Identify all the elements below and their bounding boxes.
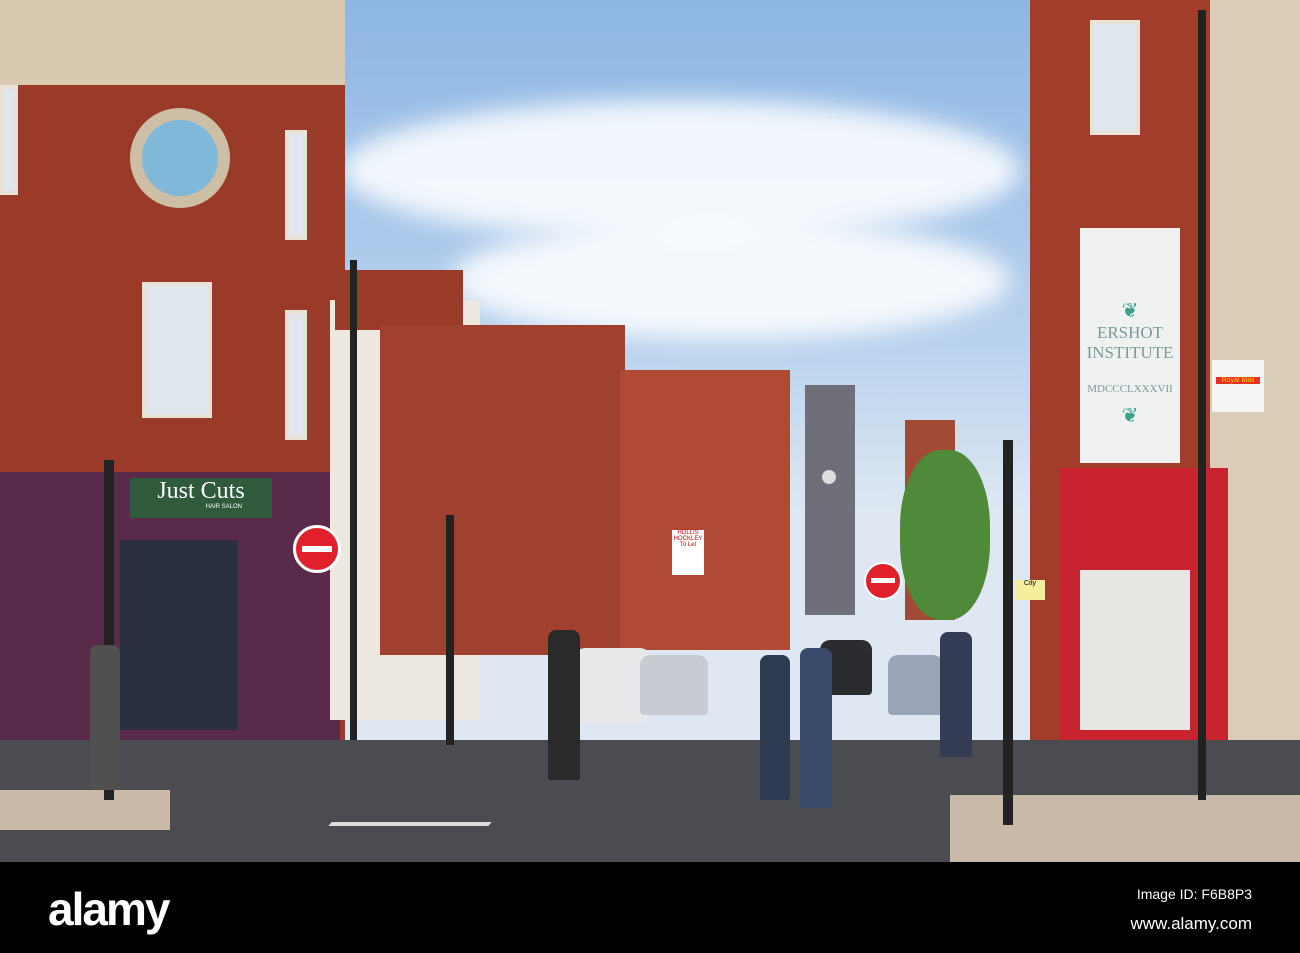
pedestrian	[548, 630, 580, 780]
silver-car	[640, 655, 708, 715]
cloud	[340, 100, 1020, 240]
lamp-post	[1198, 10, 1206, 800]
pedestrian	[800, 648, 832, 808]
car	[888, 655, 943, 715]
no-entry-sign	[864, 562, 902, 600]
salon-name: Just Cuts	[157, 478, 245, 504]
alamy-url: www.alamy.com	[1130, 914, 1252, 933]
city-sign: City	[1015, 580, 1045, 600]
brick-building	[620, 370, 790, 650]
round-window	[130, 108, 230, 208]
stone-cornice	[0, 0, 345, 85]
road-marking	[328, 822, 492, 826]
royal-mail-sign: Royal Mail	[1212, 360, 1264, 412]
cloud	[450, 220, 1010, 340]
clock-face	[822, 470, 836, 484]
window	[285, 130, 307, 240]
traffic-light-pole	[446, 515, 454, 745]
pedestrian	[940, 632, 972, 757]
lamp-post	[350, 260, 357, 740]
no-entry-sign	[293, 525, 341, 573]
alamy-logo: alamy	[48, 883, 170, 935]
institute-banner: ❦ ERSHOT INSTITUTE MDCCCLXXXVII ❦	[1080, 228, 1180, 463]
brick-building	[380, 325, 625, 655]
watermark-bar: alamy Image ID: F6B8P3 www.alamy.com	[0, 862, 1300, 953]
pedestrian	[90, 645, 120, 790]
window	[142, 282, 212, 418]
church-tower	[805, 385, 855, 615]
pedestrian	[760, 655, 790, 800]
window	[1090, 20, 1140, 135]
image-id: Image ID: F6B8P3	[1136, 886, 1252, 902]
tree	[900, 450, 990, 620]
shop-window	[1080, 570, 1190, 730]
pole	[1003, 440, 1013, 825]
shop-window	[120, 540, 238, 730]
street-scene: Just Cuts HAIR SALON HOLLIS HOCKLEY To Le…	[0, 0, 1300, 862]
window	[0, 85, 18, 195]
window	[285, 310, 307, 440]
salon-subtitle: HAIR SALON	[205, 504, 242, 510]
agent-sign: HOLLIS HOCKLEY To Let	[672, 530, 704, 575]
salon-sign: Just Cuts HAIR SALON	[130, 478, 272, 518]
pavement	[0, 790, 170, 830]
white-car	[575, 648, 650, 723]
